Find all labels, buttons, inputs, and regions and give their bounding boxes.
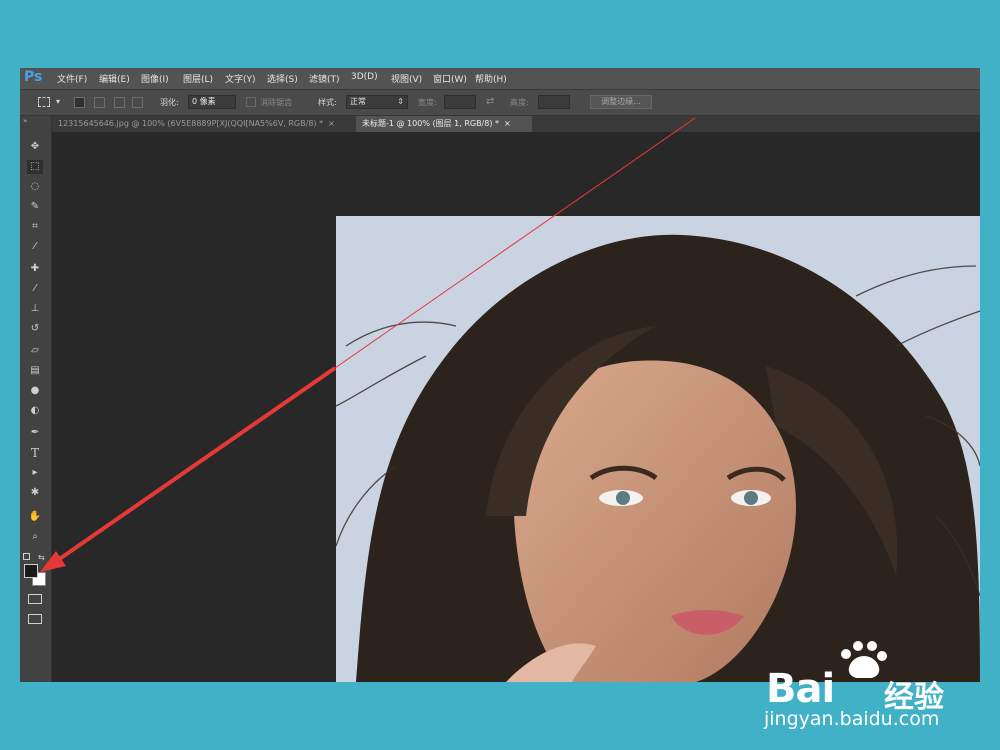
arrow-thin-line [334,117,696,369]
arrow-shaft [56,366,337,562]
annotation-arrow [40,117,696,572]
arrow-head [40,551,66,572]
